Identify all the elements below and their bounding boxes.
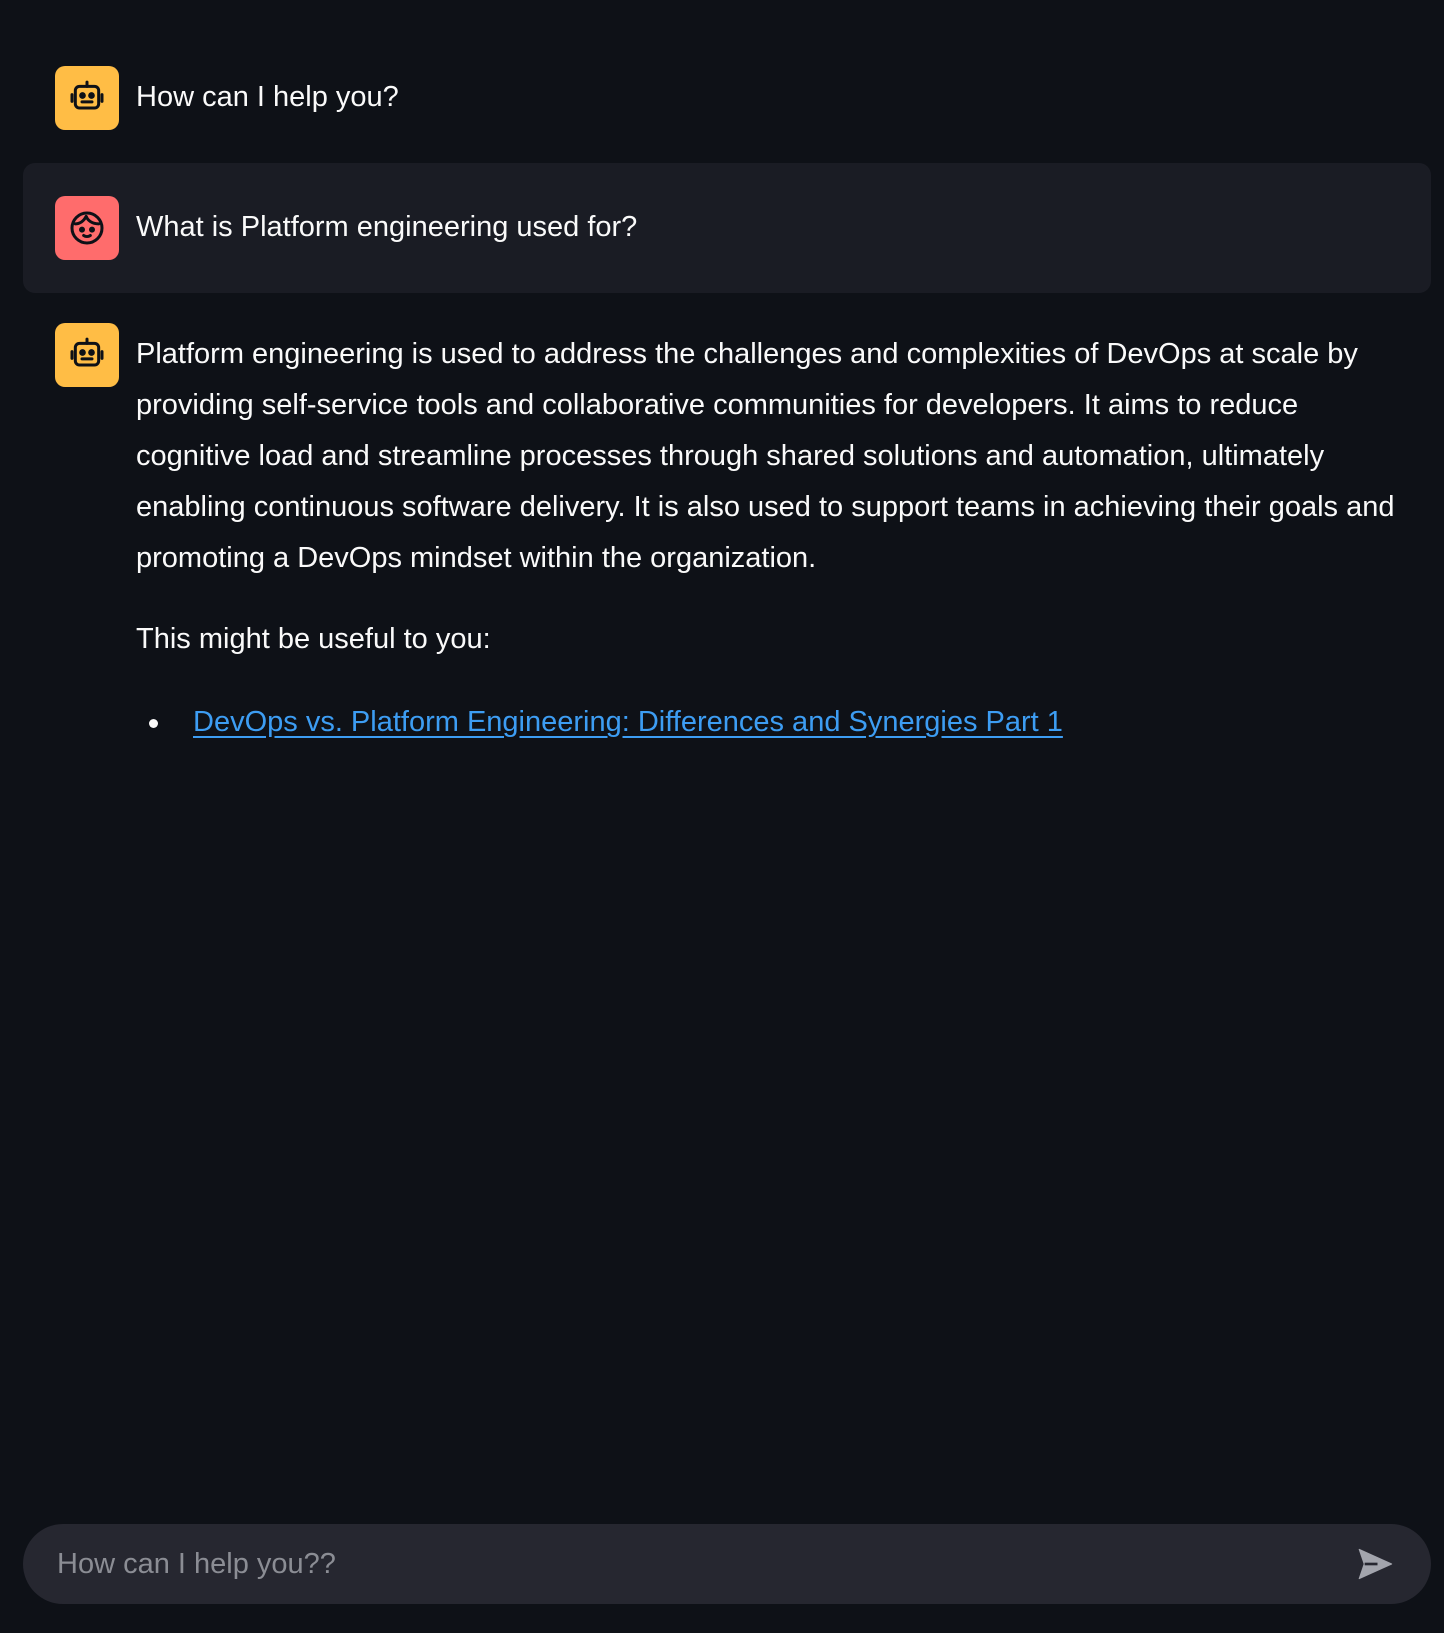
bullet-icon <box>149 719 158 728</box>
send-button[interactable] <box>1353 1542 1397 1586</box>
user-message: What is Platform engineering used for? <box>23 163 1431 293</box>
message-text: How can I help you? <box>136 81 399 113</box>
answer-paragraph: Platform engineering is used to address … <box>136 338 1395 574</box>
message-text: What is Platform engineering used for? <box>136 211 638 243</box>
send-arrow-icon <box>1358 1548 1393 1580</box>
link-list: DevOps vs. Platform Engineering: Differe… <box>136 697 1399 748</box>
chat-input-bar <box>23 1524 1431 1604</box>
robot-icon <box>55 323 119 387</box>
list-item: DevOps vs. Platform Engineering: Differe… <box>136 697 1399 748</box>
assistant-message-answer: Platform engineering is used to address … <box>23 293 1431 781</box>
suggestion-intro: This might be useful to you: <box>136 623 491 655</box>
chat-container: How can I help you? What is Platform eng… <box>23 33 1431 781</box>
assistant-message-greeting: How can I help you? <box>23 33 1431 163</box>
user-face-icon <box>55 196 119 260</box>
chat-input[interactable] <box>57 1547 1353 1581</box>
resource-link[interactable]: DevOps vs. Platform Engineering: Differe… <box>193 706 1063 738</box>
message-body: Platform engineering is used to address … <box>136 323 1399 748</box>
robot-icon <box>55 66 119 130</box>
